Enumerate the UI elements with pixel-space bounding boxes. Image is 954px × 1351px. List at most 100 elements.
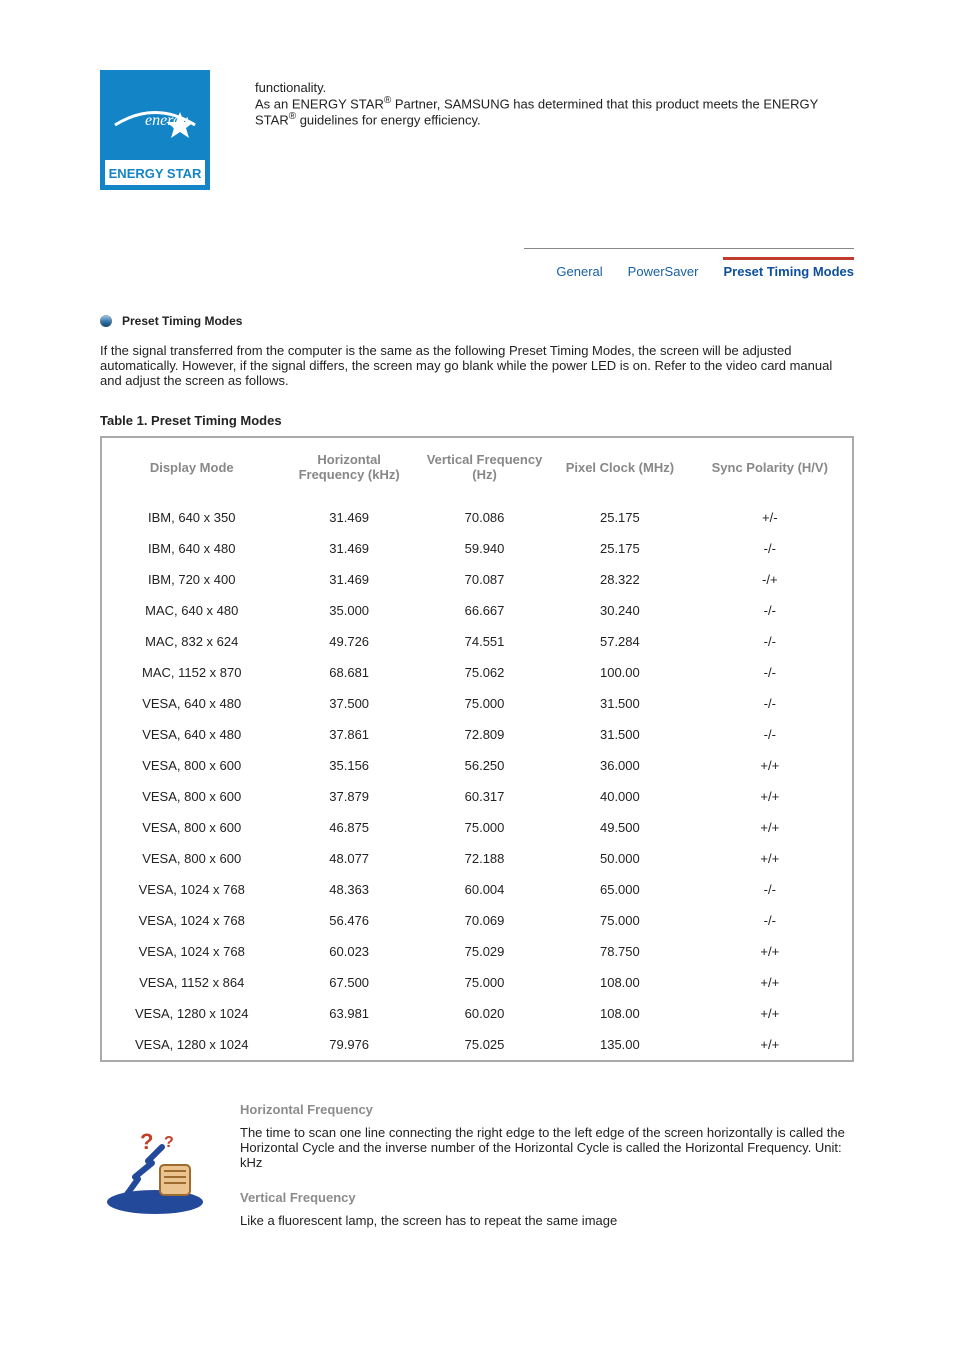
- table-cell: MAC, 832 x 624: [101, 626, 281, 657]
- table-cell: -/-: [688, 595, 853, 626]
- table-cell: 75.029: [417, 936, 552, 967]
- table-cell: 79.976: [281, 1029, 416, 1061]
- table-cell: 37.879: [281, 781, 416, 812]
- intro-block: ENERGY STAR energy functionality. As an …: [100, 70, 854, 193]
- table-cell: VESA, 1024 x 768: [101, 905, 281, 936]
- th-pixel-clock: Pixel Clock (MHz): [552, 437, 687, 502]
- bullet-icon: [100, 315, 112, 327]
- table-cell: +/+: [688, 998, 853, 1029]
- tab-preset-timing-modes[interactable]: Preset Timing Modes: [723, 257, 854, 279]
- table-row: VESA, 800 x 60037.87960.31740.000+/+: [101, 781, 853, 812]
- table-cell: VESA, 800 x 600: [101, 750, 281, 781]
- table-row: VESA, 1280 x 102479.97675.025135.00+/+: [101, 1029, 853, 1061]
- table-cell: 70.086: [417, 502, 552, 533]
- table-cell: 100.00: [552, 657, 687, 688]
- horizontal-frequency-heading: Horizontal Frequency: [240, 1102, 854, 1117]
- svg-text:ENERGY STAR: ENERGY STAR: [109, 166, 202, 181]
- table-row: IBM, 640 x 48031.46959.94025.175-/-: [101, 533, 853, 564]
- table-cell: 49.726: [281, 626, 416, 657]
- table-cell: 56.250: [417, 750, 552, 781]
- table-cell: 72.809: [417, 719, 552, 750]
- section-body: If the signal transferred from the compu…: [100, 343, 854, 388]
- table-cell: 68.681: [281, 657, 416, 688]
- table-cell: 37.861: [281, 719, 416, 750]
- th-horizontal-freq: Horizontal Frequency (kHz): [281, 437, 416, 502]
- table-cell: 28.322: [552, 564, 687, 595]
- svg-text:?: ?: [164, 1134, 174, 1151]
- table-cell: VESA, 800 x 600: [101, 843, 281, 874]
- table-row: VESA, 800 x 60046.87575.00049.500+/+: [101, 812, 853, 843]
- table-cell: 50.000: [552, 843, 687, 874]
- section-title-text: Preset Timing Modes: [122, 314, 242, 328]
- table-cell: +/+: [688, 781, 853, 812]
- table-cell: 60.020: [417, 998, 552, 1029]
- table-cell: 60.004: [417, 874, 552, 905]
- tab-general[interactable]: General: [556, 264, 602, 279]
- table-cell: IBM, 640 x 350: [101, 502, 281, 533]
- table-cell: -/-: [688, 719, 853, 750]
- info-illustration-icon: ? ?: [100, 1127, 210, 1220]
- energy-star-logo: ENERGY STAR energy: [100, 70, 215, 193]
- table-cell: 25.175: [552, 533, 687, 564]
- table-cell: IBM, 720 x 400: [101, 564, 281, 595]
- table-cell: 30.240: [552, 595, 687, 626]
- svg-text:?: ?: [140, 1129, 153, 1154]
- table-cell: 31.469: [281, 502, 416, 533]
- table-row: VESA, 640 x 48037.86172.80931.500-/-: [101, 719, 853, 750]
- table-cell: +/+: [688, 936, 853, 967]
- table-cell: 31.500: [552, 719, 687, 750]
- vertical-frequency-heading: Vertical Frequency: [240, 1190, 854, 1205]
- table-cell: VESA, 1152 x 864: [101, 967, 281, 998]
- intro-text-c: guidelines for energy efficiency.: [296, 113, 481, 128]
- table-cell: 75.000: [417, 967, 552, 998]
- table-cell: 25.175: [552, 502, 687, 533]
- table-cell: +/+: [688, 1029, 853, 1061]
- table-cell: 70.069: [417, 905, 552, 936]
- table-cell: 60.317: [417, 781, 552, 812]
- definitions-block: ? ? Horizontal Frequency The time to sca…: [100, 1102, 854, 1228]
- table-cell: 31.469: [281, 564, 416, 595]
- table-cell: 65.000: [552, 874, 687, 905]
- table-cell: VESA, 800 x 600: [101, 781, 281, 812]
- table-cell: +/+: [688, 843, 853, 874]
- table-row: VESA, 800 x 60048.07772.18850.000+/+: [101, 843, 853, 874]
- table-cell: VESA, 1280 x 1024: [101, 998, 281, 1029]
- table-cell: 56.476: [281, 905, 416, 936]
- table-cell: 36.000: [552, 750, 687, 781]
- table-row: MAC, 640 x 48035.00066.66730.240-/-: [101, 595, 853, 626]
- table-cell: -/-: [688, 905, 853, 936]
- vertical-frequency-body: Like a fluorescent lamp, the screen has …: [240, 1213, 854, 1228]
- table-cell: 108.00: [552, 967, 687, 998]
- table-cell: 75.000: [417, 688, 552, 719]
- table-cell: +/+: [688, 967, 853, 998]
- table-cell: +/-: [688, 502, 853, 533]
- tab-powersaver[interactable]: PowerSaver: [628, 264, 699, 279]
- table-row: VESA, 1152 x 86467.50075.000108.00+/+: [101, 967, 853, 998]
- table-cell: 75.062: [417, 657, 552, 688]
- table-cell: 78.750: [552, 936, 687, 967]
- table-cell: 35.000: [281, 595, 416, 626]
- table-cell: 35.156: [281, 750, 416, 781]
- table-cell: MAC, 640 x 480: [101, 595, 281, 626]
- table-cell: 70.087: [417, 564, 552, 595]
- intro-line2: As an ENERGY STAR® Partner, SAMSUNG has …: [255, 95, 854, 128]
- table-cell: VESA, 640 x 480: [101, 719, 281, 750]
- table-header-row: Display Mode Horizontal Frequency (kHz) …: [101, 437, 853, 502]
- table-row: MAC, 832 x 62449.72674.55157.284-/-: [101, 626, 853, 657]
- table-cell: -/+: [688, 564, 853, 595]
- table-cell: -/-: [688, 657, 853, 688]
- table-row: IBM, 640 x 35031.46970.08625.175+/-: [101, 502, 853, 533]
- table-caption: Table 1. Preset Timing Modes: [100, 413, 854, 428]
- table-cell: VESA, 800 x 600: [101, 812, 281, 843]
- th-vertical-freq: Vertical Frequency (Hz): [417, 437, 552, 502]
- table-cell: 49.500: [552, 812, 687, 843]
- table-cell: 108.00: [552, 998, 687, 1029]
- table-cell: -/-: [688, 626, 853, 657]
- table-cell: IBM, 640 x 480: [101, 533, 281, 564]
- table-cell: MAC, 1152 x 870: [101, 657, 281, 688]
- table-row: VESA, 1280 x 102463.98160.020108.00+/+: [101, 998, 853, 1029]
- table-cell: -/-: [688, 533, 853, 564]
- table-cell: VESA, 1024 x 768: [101, 874, 281, 905]
- table-cell: 72.188: [417, 843, 552, 874]
- table-row: VESA, 1024 x 76860.02375.02978.750+/+: [101, 936, 853, 967]
